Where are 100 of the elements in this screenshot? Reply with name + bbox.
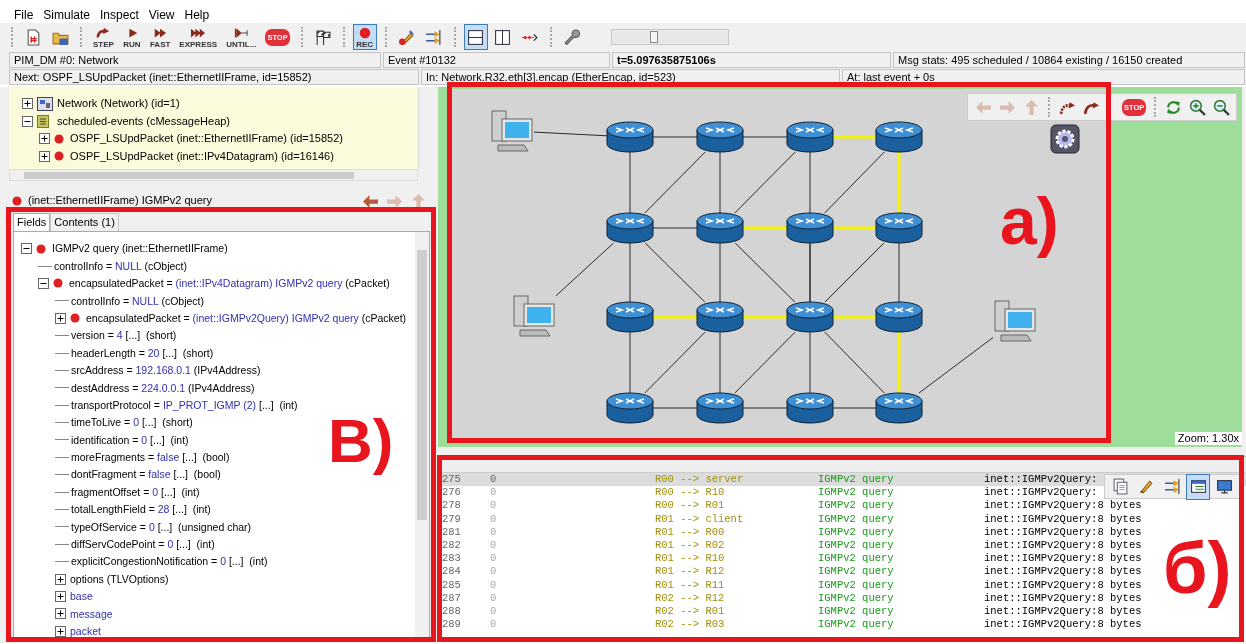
- record-icon: [357, 25, 372, 40]
- copy-icon: [1111, 478, 1129, 495]
- menu-item[interactable]: Inspect: [95, 7, 144, 23]
- router-icon[interactable]: [875, 301, 923, 333]
- tree-item[interactable]: OSPF_LSUpdPacket (inet::IPv4Datagram) (id=16146): [70, 149, 334, 163]
- fast-forward-button[interactable]: FAST: [146, 24, 174, 50]
- field-text: encapsulatedPacket = (inet::IPv4Datagram) IGMPv2 query (cPacket): [69, 277, 390, 290]
- field-text: controlInfo = NULL (cObject): [54, 259, 187, 273]
- router-icon[interactable]: [875, 121, 923, 153]
- status-field: t=5.097635875106s: [612, 52, 891, 68]
- split-rows-icon: [467, 28, 485, 46]
- router-icon[interactable]: [696, 121, 744, 153]
- router-icon[interactable]: [696, 212, 744, 244]
- field-text: controlInfo = NULL (cObject): [71, 294, 204, 308]
- router-icon[interactable]: [696, 301, 744, 333]
- split-rows-button[interactable]: [463, 24, 488, 50]
- router-icon[interactable]: [606, 121, 654, 153]
- network-link: [809, 151, 811, 214]
- expand-icon[interactable]: [55, 312, 66, 324]
- network-link: [742, 407, 788, 409]
- network-link: [824, 331, 885, 394]
- run-until-button[interactable]: UNTIL...: [223, 24, 260, 50]
- flags-icon: [314, 28, 332, 46]
- curved-arrow-button[interactable]: STEP: [90, 24, 117, 50]
- expand-icon[interactable]: [55, 608, 66, 620]
- log-row[interactable]: 279 0 R01 --> client IGMPv2 query inet::IGMPv2Query:8 bytes: [438, 512, 1246, 526]
- network-link: [644, 242, 706, 303]
- log-row[interactable]: 289 0 R02 --> R03 IGMPv2 query inet::IGMPv2Query:8 bytes: [438, 618, 1246, 632]
- network-link: [809, 331, 811, 394]
- tree-item[interactable]: OSPF_LSUpdPacket (inet::EthernetIIFrame) (id=15852): [70, 132, 343, 146]
- field-text: fragmentOffset = 0 [...] (int): [71, 485, 200, 499]
- computer-icon[interactable]: [491, 110, 533, 152]
- menu-item[interactable]: View: [143, 7, 180, 23]
- window-button[interactable]: [1186, 473, 1210, 500]
- network-link: [734, 151, 796, 214]
- router-icon[interactable]: [786, 392, 834, 424]
- rocket-icon: [398, 28, 416, 46]
- play-button[interactable]: RUN: [119, 24, 144, 50]
- expand-icon[interactable]: [55, 573, 66, 585]
- status-field: Next: OSPF_LSUpdPacket (inet::EthernetIIFrame, id=15852): [9, 69, 419, 85]
- network-link: [897, 332, 901, 393]
- arrows-icon: [1163, 478, 1181, 495]
- router-icon[interactable]: [875, 212, 923, 244]
- slider-thumb[interactable]: [649, 31, 658, 43]
- log-row[interactable]: 278 0 R00 --> R01 IGMPv2 query inet::IGMPv2Query:8 bytes: [438, 499, 1246, 513]
- expand-icon[interactable]: [22, 98, 33, 110]
- router-icon[interactable]: [786, 301, 834, 333]
- router-icon[interactable]: [786, 121, 834, 153]
- expand-icon[interactable]: [39, 150, 50, 162]
- tab[interactable]: Contents (1): [50, 213, 119, 231]
- field-text: dontFragment = false [...] (bool): [71, 468, 221, 482]
- network-link: [832, 407, 877, 409]
- network-link: [833, 135, 876, 139]
- pen-icon: [1137, 478, 1155, 495]
- message-icon: [54, 133, 64, 144]
- curved-arrow-icon: [96, 25, 111, 40]
- scrollbar[interactable]: [9, 169, 418, 181]
- network-link: [629, 242, 631, 303]
- network-link: [824, 151, 885, 214]
- field-text: explicitCongestionNotification = 0 [...] (int): [71, 555, 268, 568]
- zoom-label: Zoom: 1.30x: [1174, 431, 1242, 445]
- computer-icon[interactable]: [994, 300, 1036, 342]
- router-icon[interactable]: [606, 212, 654, 244]
- network-link: [897, 152, 901, 213]
- expand-icon[interactable]: [39, 133, 50, 145]
- tree-item[interactable]: Network (Network) (id=1): [57, 97, 180, 111]
- field-text: diffServCodePoint = 0 [...] (int): [71, 538, 215, 551]
- refresh-icon: [1164, 98, 1182, 116]
- network-link: [833, 226, 876, 230]
- gear-icon[interactable]: [1050, 124, 1080, 154]
- menu-item[interactable]: Simulate: [38, 7, 96, 23]
- scrollbar[interactable]: [415, 232, 429, 640]
- message-icon: [54, 151, 64, 162]
- router-icon[interactable]: [875, 392, 923, 424]
- router-icon[interactable]: [696, 392, 744, 424]
- collapse-icon[interactable]: [22, 115, 33, 127]
- speed-slider[interactable]: [610, 29, 729, 45]
- menu-item[interactable]: Help: [179, 7, 215, 23]
- field-text: totalLengthField = 28 [...] (int): [71, 503, 211, 516]
- computer-icon[interactable]: [513, 295, 555, 337]
- router-icon[interactable]: [606, 301, 654, 333]
- router-icon[interactable]: [786, 212, 834, 244]
- zoom-in-icon: [1188, 98, 1206, 116]
- triple-arrow-button[interactable]: EXPRESS: [176, 24, 221, 50]
- arrows-icon: [425, 28, 443, 46]
- tree-item[interactable]: scheduled-events (cMessageHeap): [57, 114, 231, 128]
- status-field: At: last event + 0s: [842, 69, 1245, 85]
- menu-item[interactable]: File: [9, 7, 39, 23]
- record-button[interactable]: REC: [352, 24, 377, 50]
- collapse-icon[interactable]: [21, 243, 32, 255]
- split-columns-icon: [494, 28, 512, 46]
- field-text: IGMPv2 query (inet::EthernetIIFrame): [52, 242, 228, 255]
- router-icon[interactable]: [606, 392, 654, 424]
- expand-icon[interactable]: [55, 625, 66, 637]
- message-icon: [53, 278, 63, 289]
- wrench-icon: [563, 28, 581, 46]
- log-row[interactable]: 281 0 R01 --> R00 IGMPv2 query inet::IGMPv2Query:8 bytes: [438, 525, 1246, 539]
- expand-icon[interactable]: [55, 591, 66, 602]
- message-icon: [36, 243, 46, 254]
- collapse-icon[interactable]: [38, 277, 49, 289]
